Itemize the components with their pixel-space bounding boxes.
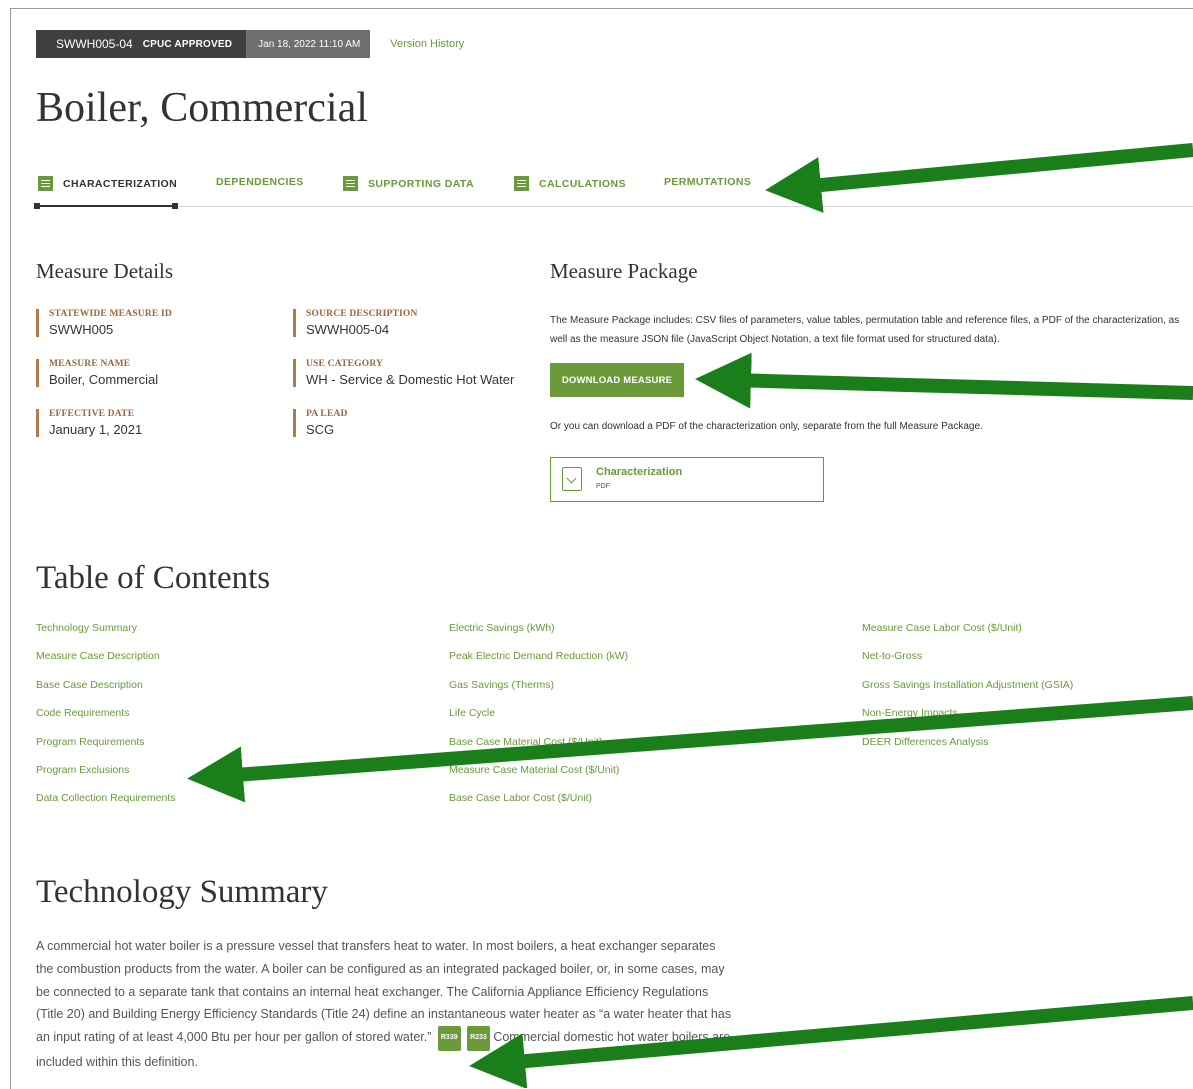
detail-pa-lead: PA LEAD SCG <box>293 409 348 437</box>
active-tab-indicator <box>34 203 178 209</box>
toc-link[interactable]: Net-to-Gross <box>862 647 1073 675</box>
toc-link[interactable]: Measure Case Description <box>36 647 175 675</box>
measure-package-description: The Measure Package includes: CSV files … <box>550 315 1180 345</box>
version-history-link[interactable]: Version History <box>390 38 464 50</box>
pdf-name: Characterization <box>596 466 683 478</box>
toc-link[interactable]: Base Case Description <box>36 676 175 704</box>
pdf-download-icon <box>562 467 582 491</box>
download-measure-button[interactable]: DOWNLOAD MEASURE <box>550 363 684 397</box>
detail-use-category: USE CATEGORY WH - Service & Domestic Hot… <box>293 359 514 387</box>
tab-label: CALCULATIONS <box>539 177 626 190</box>
toc-link[interactable]: Technology Summary <box>36 619 175 647</box>
toc-link[interactable]: Base Case Material Cost ($/Unit) <box>449 733 628 761</box>
toc-link[interactable]: Data Collection Requirements <box>36 789 175 817</box>
toc-link[interactable]: Gas Savings (Therms) <box>449 676 628 704</box>
detail-label: USE CATEGORY <box>306 359 384 369</box>
measure-package-heading: Measure Package <box>550 259 698 283</box>
tab-label: PERMUTATIONS <box>664 176 752 188</box>
detail-statewide-id: STATEWIDE MEASURE ID SWWH005 <box>36 309 172 337</box>
reference-badge[interactable]: R233 <box>467 1026 490 1051</box>
measure-id-chip: SWWH005-04 CPUC APPROVED <box>36 30 247 58</box>
page-frame <box>10 8 1193 1089</box>
toc-link[interactable]: DEER Differences Analysis <box>862 733 1073 761</box>
summary-text-before: A commercial hot water boiler is a press… <box>36 939 732 1045</box>
tab-permutations[interactable]: PERMUTATIONS <box>664 176 751 188</box>
toc-column-3: Measure Case Labor Cost ($/Unit) Net-to-… <box>862 619 1073 761</box>
technology-summary-heading: Technology Summary <box>36 874 328 910</box>
toc-link[interactable]: Measure Case Material Cost ($/Unit) <box>449 761 628 789</box>
document-icon <box>343 176 358 191</box>
pdf-only-note: Or you can download a PDF of the charact… <box>550 421 983 432</box>
tab-bar: CHARACTERIZATION DEPENDENCIES SUPPORTING… <box>34 176 1193 209</box>
detail-label: MEASURE NAME <box>49 359 131 369</box>
toc-link[interactable]: Gross Savings Installation Adjustment (G… <box>862 676 1073 704</box>
tab-characterization[interactable]: CHARACTERIZATION <box>38 176 177 191</box>
detail-effective-date: EFFECTIVE DATE January 1, 2021 <box>36 409 142 437</box>
status-badge: CPUC APPROVED <box>142 38 233 50</box>
timestamp-chip: Jan 18, 2022 11:10 AM <box>246 30 371 58</box>
detail-label: STATEWIDE MEASURE ID <box>49 309 172 319</box>
pdf-type: PDF <box>596 483 610 490</box>
toc-link[interactable]: Code Requirements <box>36 704 175 732</box>
technology-summary-text: A commercial hot water boiler is a press… <box>36 935 736 1074</box>
toc-link[interactable]: Program Requirements <box>36 733 175 761</box>
detail-value: SCG <box>306 422 335 437</box>
detail-source-description: SOURCE DESCRIPTION SWWH005-04 <box>293 309 418 337</box>
toc-column-1: Technology Summary Measure Case Descript… <box>36 619 175 818</box>
tab-dependencies[interactable]: DEPENDENCIES <box>216 176 304 188</box>
detail-label: SOURCE DESCRIPTION <box>306 309 418 319</box>
detail-measure-name: MEASURE NAME Boiler, Commercial <box>36 359 158 387</box>
detail-label: PA LEAD <box>306 409 348 419</box>
document-icon <box>38 176 53 191</box>
toc-link[interactable]: Electric Savings (kWh) <box>449 619 628 647</box>
characterization-pdf-link[interactable]: Characterization PDF <box>550 457 824 502</box>
toc-link[interactable]: Program Exclusions <box>36 761 175 789</box>
document-icon <box>514 176 529 191</box>
page-title: Boiler, Commercial <box>36 85 368 131</box>
tab-calculations[interactable]: CALCULATIONS <box>514 176 626 191</box>
toc-column-2: Electric Savings (kWh) Peak Electric Dem… <box>449 619 628 818</box>
detail-label: EFFECTIVE DATE <box>49 409 135 419</box>
detail-value: January 1, 2021 <box>49 422 143 437</box>
reference-badge[interactable]: R339 <box>437 1026 461 1051</box>
toc-heading: Table of Contents <box>36 560 271 596</box>
toc-link[interactable]: Peak Electric Demand Reduction (kW) <box>449 647 628 675</box>
measure-details-heading: Measure Details <box>36 259 174 283</box>
tab-label: SUPPORTING DATA <box>368 177 474 190</box>
tab-label: CHARACTERIZATION <box>63 177 178 190</box>
tab-supporting-data[interactable]: SUPPORTING DATA <box>343 176 474 191</box>
toc-link[interactable]: Base Case Labor Cost ($/Unit) <box>449 789 628 817</box>
toc-link[interactable]: Non-Energy Impacts <box>862 704 1073 732</box>
measure-header-bar: SWWH005-04 CPUC APPROVED Jan 18, 2022 11… <box>36 30 464 58</box>
toc-link[interactable]: Measure Case Labor Cost ($/Unit) <box>862 619 1073 647</box>
measure-code: SWWH005-04 <box>56 37 133 51</box>
detail-value: SWWH005 <box>49 322 114 337</box>
detail-value: SWWH005-04 <box>306 322 390 337</box>
toc-link[interactable]: Life Cycle <box>449 704 628 732</box>
detail-value: WH - Service & Domestic Hot Water <box>306 372 515 387</box>
detail-value: Boiler, Commercial <box>49 372 159 387</box>
tab-label: DEPENDENCIES <box>216 176 304 188</box>
